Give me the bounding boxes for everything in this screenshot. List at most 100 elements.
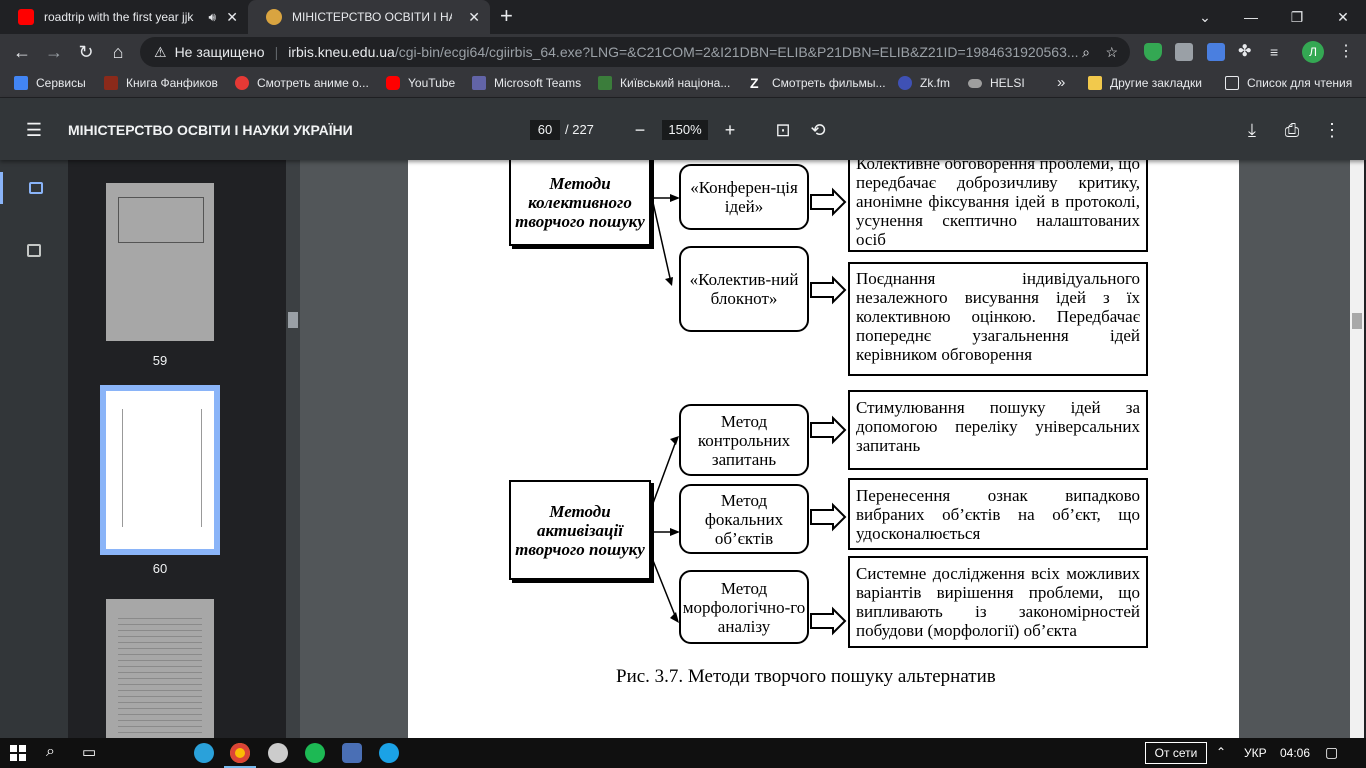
shield-extension-icon[interactable] [1144,43,1162,61]
fit-page-icon[interactable]: ⊡ [771,118,795,142]
bookmark-label: Смотреть аниме о... [257,76,369,90]
method-box: Метод морфологічно-го аналізу [679,570,809,644]
thumbnail-scrollbar-thumb[interactable] [288,312,298,328]
obs-icon[interactable] [268,743,288,763]
clock[interactable]: 04:06 [1280,746,1310,760]
address-bar[interactable]: ⚠ Не защищено | irbis.kneu.edu.ua /cgi-b… [140,37,1130,67]
connector [651,197,671,279]
start-button[interactable] [10,745,26,761]
sidebar-menu-icon[interactable]: ☰ [22,118,46,142]
zoom-level-input[interactable]: 150% [662,120,708,140]
bookmark-item[interactable]: Сервисы [14,76,86,90]
figure-caption: Рис. 3.7. Методи творчого пошуку альтерн… [616,666,996,687]
reading-list-button[interactable]: Список для чтения [1225,76,1352,90]
bookmark-label: Книга Фанфиков [126,76,218,90]
university-icon [598,76,612,90]
home-button[interactable]: ⌂ [106,40,130,64]
reading-list-icon [1225,76,1239,90]
restore-button[interactable]: ❐ [1274,0,1320,34]
zoom-in-button[interactable]: + [718,118,742,142]
more-options-icon[interactable]: ⋮ [1320,118,1344,142]
audio-playing-icon[interactable]: 🔊︎ [208,10,216,25]
extension-icon[interactable] [1175,43,1193,61]
viewer-scrollbar[interactable] [1350,160,1364,738]
security-label[interactable]: Не защищено [175,44,265,60]
tab-search-icon[interactable]: ⌄ [1182,0,1228,34]
bookmark-item[interactable]: HELSI [968,76,1025,90]
more-bookmarks-button[interactable]: » [1057,74,1065,91]
browser-toolbar: ← → ↻ ⌂ ⚠ Не защищено | irbis.kneu.edu.u… [0,34,1366,70]
bookmark-label: Zk.fm [920,76,950,90]
bookmark-item[interactable]: Zk.fm [898,76,950,90]
media-controls-icon[interactable]: ≡ [1270,43,1288,61]
search-icon[interactable]: ⌕ [46,743,55,761]
bookmark-item[interactable]: Microsoft Teams [472,76,581,90]
reload-button[interactable]: ↻ [74,40,98,64]
bookmark-item[interactable]: Z Смотреть фильмы... [750,76,886,90]
tab-strip: roadtrip with the first year jjk 🔊︎ ✕ МІ… [0,0,1366,34]
word-icon[interactable] [342,743,362,763]
bookmark-folder[interactable]: Другие закладки [1088,76,1202,90]
close-tab-icon[interactable]: ✕ [226,9,238,26]
more-bookmarks-icon: » [1057,74,1066,91]
close-tab-icon[interactable]: ✕ [468,9,480,26]
language-indicator[interactable]: УКР [1244,746,1267,760]
tab-youtube[interactable]: roadtrip with the first year jjk 🔊︎ ✕ [0,0,248,34]
menu-kebab-icon[interactable]: ⋮ [1338,43,1356,61]
print-icon[interactable]: ⎙ [1280,118,1304,142]
zkfm-icon [898,76,912,90]
method-description: Стимулювання пошуку ідей за допомогою пе… [848,390,1148,470]
edge-icon[interactable] [379,743,399,763]
close-window-button[interactable]: ✕ [1320,0,1366,34]
back-button[interactable]: ← [10,40,34,64]
telegram-icon[interactable] [194,743,214,763]
spotify-icon[interactable] [305,743,325,763]
bookmark-item[interactable]: Смотреть аниме о... [235,76,369,90]
page-thumbnail-60[interactable] [100,385,220,555]
block-arrow [810,502,847,532]
thumbnail-label: 60 [152,561,168,576]
block-arrow [810,606,847,636]
youtube-icon [386,76,400,90]
viewer-scrollbar-thumb[interactable] [1352,313,1362,329]
zoom-lens-icon[interactable]: ⌕ [1082,44,1090,61]
bookmarks-bar: Сервисы Книга Фанфиков Смотреть аниме о.… [0,70,1366,98]
profile-avatar[interactable]: Л [1302,41,1324,63]
rotate-icon[interactable]: ⟲ [806,118,830,142]
task-view-icon[interactable]: ▭ [82,743,96,761]
warning-icon[interactable]: ⚠ [154,44,167,61]
translate-icon[interactable] [1207,43,1225,61]
bookmark-star-icon[interactable]: ☆ [1105,44,1118,61]
page-thumbnail-59[interactable] [106,183,214,341]
arrowhead [670,612,679,623]
bookmark-item[interactable]: YouTube [386,76,455,90]
windows-logo-icon [10,754,17,761]
download-icon[interactable]: ⤓ [1240,118,1264,142]
separator: | [274,44,279,60]
forward-button[interactable]: → [42,40,66,64]
group-box: Методи колективного творчого пошуку [509,160,651,246]
new-tab-button[interactable]: + [500,5,513,27]
puzzle-extensions-icon[interactable]: ✤ [1238,43,1256,61]
thumb-diagram [122,409,202,527]
thumbnail-scrollbar[interactable] [286,160,300,738]
bookmark-item[interactable]: Київський націона... [598,76,730,90]
windows-logo-icon [19,745,26,752]
url-host: irbis.kneu.edu.ua [288,44,395,60]
tab-pdf[interactable]: МІНІСТЕРСТВО ОСВІТИ І НАУКИ ✕ [248,0,490,34]
quill-icon [104,76,118,90]
block-arrow [810,187,847,217]
method-box: «Конферен-ція ідей» [679,164,809,230]
network-status[interactable]: От сети [1145,742,1207,764]
bookmark-item[interactable]: Книга Фанфиков [104,76,218,90]
minimize-button[interactable]: — [1228,0,1274,34]
tray-expand-icon[interactable]: ⌃ [1216,745,1226,759]
zoom-out-button[interactable]: − [628,118,652,142]
chrome-icon[interactable] [230,743,250,763]
arrowhead [665,277,673,286]
thumbnail-pane: 59 60 [0,160,300,738]
page-thumbnail-61[interactable] [106,599,214,738]
notifications-icon[interactable]: ▢ [1325,744,1338,761]
page-number-input[interactable]: 60 [530,120,560,140]
thumb-content [118,197,204,243]
